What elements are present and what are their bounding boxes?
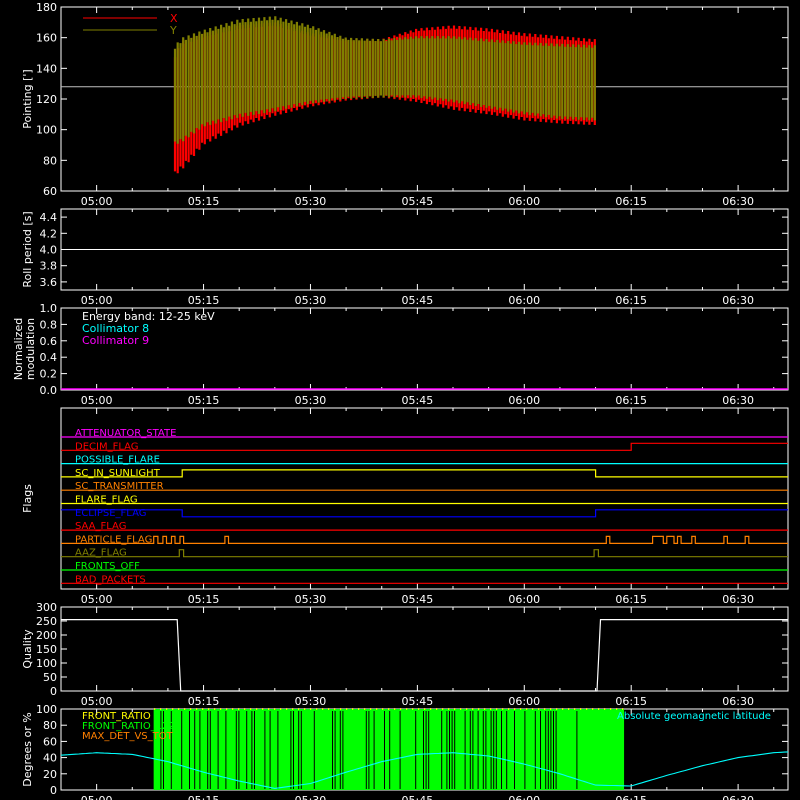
pointing-xtick-label: 06:00 — [508, 195, 540, 208]
quality-ytick-label: 150 — [36, 643, 57, 656]
ratios-ytick-label: 0 — [50, 784, 57, 797]
pointing-ytick-label: 160 — [36, 32, 57, 45]
flag-trace — [61, 469, 788, 478]
quality-xtick-label: 05:45 — [402, 695, 434, 708]
quality-ytick-label: 50 — [43, 671, 57, 684]
roll-ytick-label: 3.8 — [40, 260, 58, 273]
modulation-xtick-label: 05:15 — [188, 394, 220, 407]
quality-xtick-label: 05:15 — [188, 695, 220, 708]
ratios-legend-label: Absolute geomagnetic latitude — [617, 711, 771, 722]
pointing-xtick-label: 06:15 — [615, 195, 647, 208]
flag-trace — [61, 535, 788, 544]
modulation-ytick-label: 0.4 — [40, 351, 58, 364]
observing-summary-figure: 05:00 05:15 05:30 05:45 06:00 06:15 06:30 60 80 1… — [12, 1, 789, 800]
quality-xtick-label: 05:30 — [295, 695, 327, 708]
roll-xtick-label: 06:00 — [508, 294, 540, 307]
pointing-xtick-label: 05:00 — [81, 195, 113, 208]
roll-xtick-label: 05:45 — [402, 294, 434, 307]
flags-xtick-label: 05:45 — [402, 593, 434, 606]
modulation-ylabel: modulation — [24, 318, 37, 380]
ratios-xtick-label: 05:30 — [295, 794, 327, 800]
ratios-xtick-label: 06:00 — [508, 794, 540, 800]
flags-xtick-label: 06:00 — [508, 593, 540, 606]
modulation-xtick-label: 05:30 — [295, 394, 327, 407]
roll-ytick-label: 4.2 — [40, 227, 58, 240]
pointing-xtick-label: 05:30 — [295, 195, 327, 208]
pointing-xtick-label: 06:30 — [722, 195, 754, 208]
ratios-xtick-label: 06:30 — [722, 794, 754, 800]
pointing-xtick-label: 05:45 — [402, 195, 434, 208]
ratios-ylabel: Degrees or % — [21, 712, 34, 786]
pointing-ylabel: Pointing ['] — [21, 69, 34, 128]
flags-ylabel: Flags — [21, 484, 34, 513]
quality-ytick-label: 0 — [50, 685, 57, 698]
modulation-xtick-label: 06:30 — [722, 394, 754, 407]
flags-xtick-label: 06:15 — [615, 593, 647, 606]
modulation-ytick-label: 0.6 — [40, 335, 58, 348]
modulation-ytick-label: 0.8 — [40, 318, 58, 331]
ratios-ytick-label: 20 — [43, 768, 57, 781]
pointing-ytick-label: 80 — [43, 154, 57, 167]
pointing-ytick-label: 100 — [36, 124, 57, 137]
quality-ylabel: Quality — [21, 629, 34, 669]
roll-ytick-label: 4.4 — [40, 211, 58, 224]
quality-xtick-label: 06:00 — [508, 695, 540, 708]
modulation-xtick-label: 05:45 — [402, 394, 434, 407]
ratios-xtick-label: 05:00 — [81, 794, 113, 800]
flag-trace — [61, 442, 788, 451]
pointing-legend-label: Y — [169, 24, 177, 37]
pointing-ytick-label: 180 — [36, 1, 57, 14]
ratios-legend-label: MAX_DET_VS_TOT — [82, 731, 174, 742]
quality-xtick-label: 06:15 — [615, 695, 647, 708]
ratios-xtick-label: 06:15 — [615, 794, 647, 800]
quality-ytick-label: 300 — [36, 601, 57, 614]
roll-ytick-label: 4.0 — [40, 244, 58, 257]
modulation-ytick-label: 1.0 — [40, 302, 58, 315]
quality-xtick-label: 05:00 — [81, 695, 113, 708]
modulation-xtick-label: 05:00 — [81, 394, 113, 407]
flag-trace — [61, 549, 788, 558]
flag-trace — [61, 509, 788, 518]
pointing-ytick-label: 60 — [43, 185, 57, 198]
flags-xtick-label: 05:15 — [188, 593, 220, 606]
modulation-xtick-label: 06:15 — [615, 394, 647, 407]
roll-xtick-label: 06:15 — [615, 294, 647, 307]
ratios-ytick-label: 60 — [43, 735, 57, 748]
pointing-ytick-label: 120 — [36, 93, 57, 106]
flags-xtick-label: 06:30 — [722, 593, 754, 606]
roll-xtick-label: 05:00 — [81, 294, 113, 307]
ratios-ytick-label: 80 — [43, 719, 57, 732]
roll-xtick-label: 05:15 — [188, 294, 220, 307]
pointing-ytick-label: 140 — [36, 62, 57, 75]
roll-xtick-label: 06:30 — [722, 294, 754, 307]
quality-xtick-label: 06:30 — [722, 695, 754, 708]
ratios-xtick-label: 05:45 — [402, 794, 434, 800]
roll-ytick-label: 3.6 — [40, 276, 58, 289]
flags-xtick-label: 05:00 — [81, 593, 113, 606]
ratios-xtick-label: 05:15 — [188, 794, 220, 800]
quality-ytick-label: 250 — [36, 615, 57, 628]
ratios-ytick-label: 100 — [36, 703, 57, 716]
modulation-xtick-label: 06:00 — [508, 394, 540, 407]
quality-line — [61, 618, 788, 692]
flags-xtick-label: 05:30 — [295, 593, 327, 606]
modulation-ytick-label: 0.0 — [40, 384, 58, 397]
modulation-ytick-label: 0.2 — [40, 368, 58, 381]
modulation-legend-label: Collimator 9 — [82, 334, 149, 347]
pointing-xtick-label: 05:15 — [188, 195, 220, 208]
quality-ytick-label: 100 — [36, 657, 57, 670]
roll-xtick-label: 05:30 — [295, 294, 327, 307]
roll-ylabel: Roll period [s] — [21, 211, 34, 287]
quality-ytick-label: 200 — [36, 629, 57, 642]
ratios-ytick-label: 40 — [43, 752, 57, 765]
